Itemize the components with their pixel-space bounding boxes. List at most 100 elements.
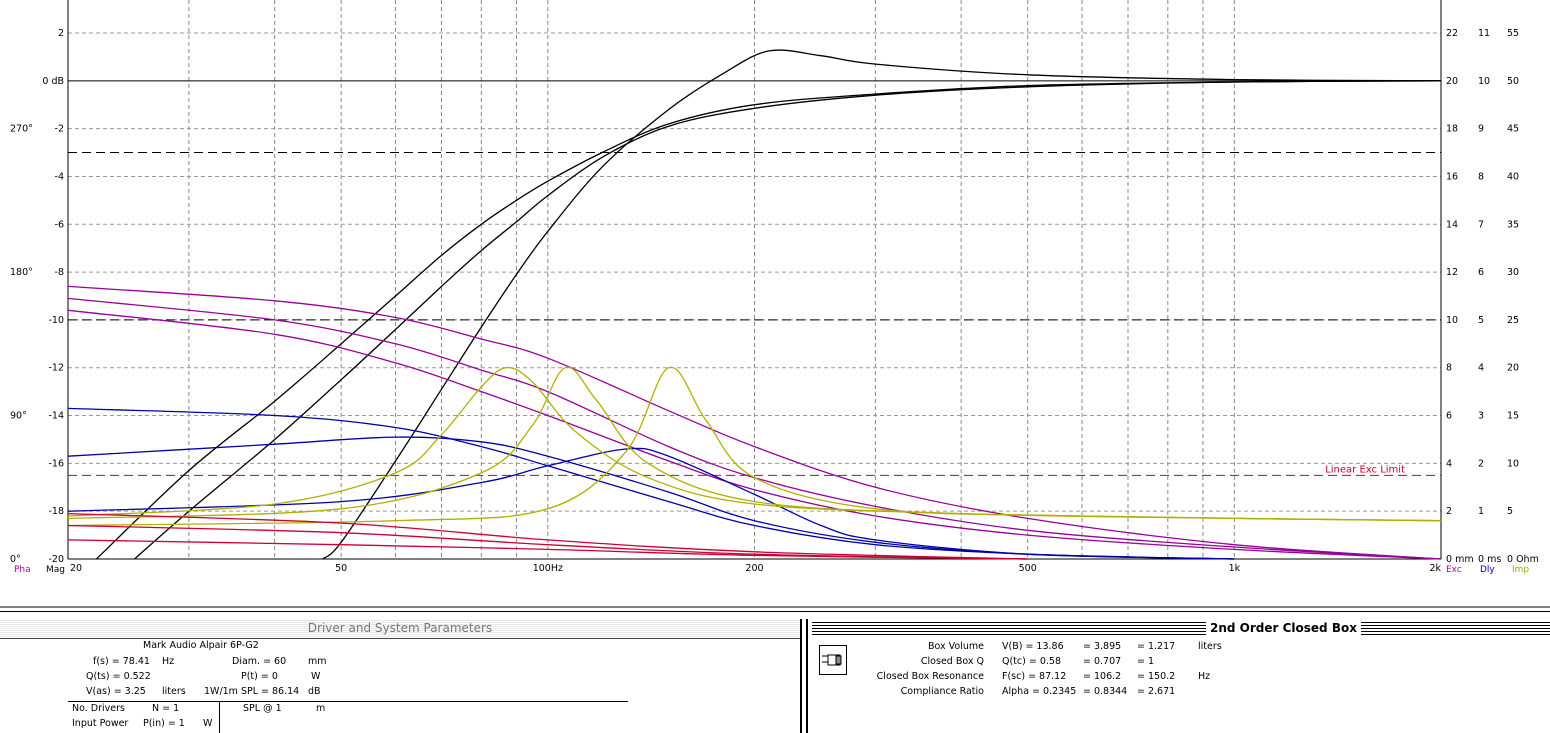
response-chart: Linear Exc Limit 2 0 dB -2 -4 -6 -8 -10 -12 -14 -1… — [0, 0, 1550, 608]
box-param-value-2[interactable]: = 0.707 — [1083, 656, 1121, 667]
right-tick-label: 3 — [1478, 411, 1484, 422]
mag-axis-label: Mag — [46, 565, 65, 575]
box-param-value[interactable]: F(sc) = 87.12 — [1002, 671, 1066, 682]
fs-value[interactable]: f(s) = 78.41 — [93, 656, 150, 667]
right-tick-label: 14 — [1446, 219, 1458, 230]
right-tick-label: 4 — [1446, 458, 1452, 469]
right-tick-label: 0 mm — [1446, 554, 1474, 565]
box-param-value-3[interactable]: = 1 — [1137, 656, 1154, 667]
box-param-value-3[interactable]: = 2.671 — [1137, 686, 1175, 697]
right-tick-label: 7 — [1478, 219, 1484, 230]
pt-unit: W — [311, 671, 321, 682]
mag-tick-label: -4 — [55, 171, 64, 182]
fs-unit: Hz — [162, 656, 175, 667]
box-param-name: Closed Box Q — [920, 656, 984, 667]
input-power-value[interactable]: P(in) = 1 — [143, 718, 185, 729]
speaker-icon — [819, 645, 847, 675]
mag-tick-label: -10 — [48, 315, 64, 326]
driver-parameters-panel: Driver and System Parameters Mark Audio … — [0, 611, 806, 733]
box-param-value[interactable]: Alpha = 0.2345 — [1002, 686, 1076, 697]
x-tick-label: 20 — [70, 563, 82, 574]
right-tick-label: 8 — [1478, 171, 1484, 182]
spl-distance-unit: m — [316, 703, 326, 714]
right-tick-label: 16 — [1446, 171, 1458, 182]
right-axis-name: Imp — [1512, 565, 1529, 575]
vas-value[interactable]: V(as) = 3.25 — [86, 686, 146, 697]
x-tick-label: 2k — [1429, 563, 1441, 574]
box-param-value[interactable]: Q(tc) = 0.58 — [1002, 656, 1061, 667]
right-tick-label: 6 — [1478, 267, 1484, 278]
right-tick-label: 10 — [1507, 458, 1519, 469]
box-param-value-2[interactable]: = 0.8344 — [1083, 686, 1127, 697]
right-axis-name: Dly — [1480, 565, 1495, 575]
right-tick-label: 2 — [1446, 506, 1452, 517]
spl-unit: dB — [308, 686, 321, 697]
diam-unit: mm — [308, 656, 327, 667]
right-tick-label: 55 — [1507, 28, 1519, 39]
right-tick-label: 5 — [1507, 506, 1513, 517]
spl-value[interactable]: 1W/1m SPL = 86.14 — [204, 686, 299, 697]
box-param-value-2[interactable]: = 106.2 — [1083, 671, 1121, 682]
x-tick-label: 500 — [1019, 563, 1037, 574]
dly-curve — [67, 436, 1235, 560]
box-param-name: Compliance Ratio — [900, 686, 984, 697]
drivers-label: No. Drivers — [72, 703, 125, 714]
box-param-name: Closed Box Resonance — [876, 671, 984, 682]
right-tick-label: 30 — [1507, 267, 1519, 278]
mag-tick-label: -12 — [48, 363, 64, 374]
box-param-value[interactable]: V(B) = 13.86 — [1002, 641, 1064, 652]
qts-value[interactable]: Q(ts) = 0.522 — [86, 671, 151, 682]
spl-at-distance[interactable]: SPL @ 1 — [243, 703, 282, 714]
driver-name: Mark Audio Alpair 6P-G2 — [143, 640, 259, 651]
pt-value[interactable]: P(t) = 0 — [241, 671, 278, 682]
closed-box-panel: 2nd Order Closed Box Box Volume V(B) = 13… — [806, 611, 1550, 733]
drivers-value[interactable]: N = 1 — [152, 703, 179, 714]
box-panel-title: 2nd Order Closed Box — [1206, 621, 1361, 635]
box-param-value-3[interactable]: = 150.2 — [1137, 671, 1175, 682]
right-tick-label: 0 ms — [1478, 554, 1501, 565]
dly-curve — [67, 407, 1235, 560]
right-axis-name: Exc — [1446, 565, 1462, 575]
x-tick-label: 1k — [1229, 563, 1241, 574]
mag-tick-label: -2 — [55, 124, 64, 135]
diam-value[interactable]: Diam. = 60 — [232, 656, 286, 667]
right-tick-label: 2 — [1478, 458, 1484, 469]
phase-tick-label: 180° — [10, 267, 33, 278]
x-tick-label: 200 — [745, 563, 763, 574]
box-param-unit: liters — [1198, 641, 1222, 652]
box-param-name: Box Volume — [927, 641, 984, 652]
phase-tick-label: 270° — [10, 124, 33, 135]
mag-tick-label: 0 dB — [42, 76, 64, 87]
right-tick-label: 10 — [1478, 76, 1490, 87]
right-tick-label: 25 — [1507, 315, 1519, 326]
box-param-value-2[interactable]: = 3.895 — [1083, 641, 1121, 652]
right-tick-label: 9 — [1478, 124, 1484, 135]
driver-panel-title: Driver and System Parameters — [307, 621, 493, 635]
right-tick-label: 12 — [1446, 267, 1458, 278]
mag-tick-label: -20 — [48, 554, 64, 565]
right-tick-label: 1 — [1478, 506, 1484, 517]
mag-tick-label: -16 — [48, 458, 64, 469]
right-tick-label: 45 — [1507, 124, 1519, 135]
mag-tick-label: 2 — [58, 28, 64, 39]
right-tick-label: 18 — [1446, 124, 1458, 135]
mag-tick-label: -6 — [55, 219, 64, 230]
right-tick-label: 50 — [1507, 76, 1519, 87]
mag-tick-label: -14 — [48, 411, 64, 422]
right-tick-label: 10 — [1446, 315, 1458, 326]
right-tick-label: 6 — [1446, 411, 1452, 422]
linear-exc-limit-label: Linear Exc Limit — [1325, 464, 1405, 475]
mag-tick-label: -18 — [48, 506, 64, 517]
box-param-value-3[interactable]: = 1.217 — [1137, 641, 1175, 652]
right-tick-label: 22 — [1446, 28, 1458, 39]
right-tick-label: 15 — [1507, 411, 1519, 422]
mag-curve — [322, 49, 1442, 560]
right-tick-label: 35 — [1507, 219, 1519, 230]
right-tick-label: 8 — [1446, 363, 1452, 374]
right-tick-label: 20 — [1507, 363, 1519, 374]
box-param-unit: Hz — [1198, 671, 1211, 682]
input-power-unit: W — [203, 718, 213, 729]
vas-unit: liters — [162, 686, 186, 697]
phase-axis-label: Pha — [14, 565, 31, 575]
input-power-label: Input Power — [72, 718, 129, 729]
